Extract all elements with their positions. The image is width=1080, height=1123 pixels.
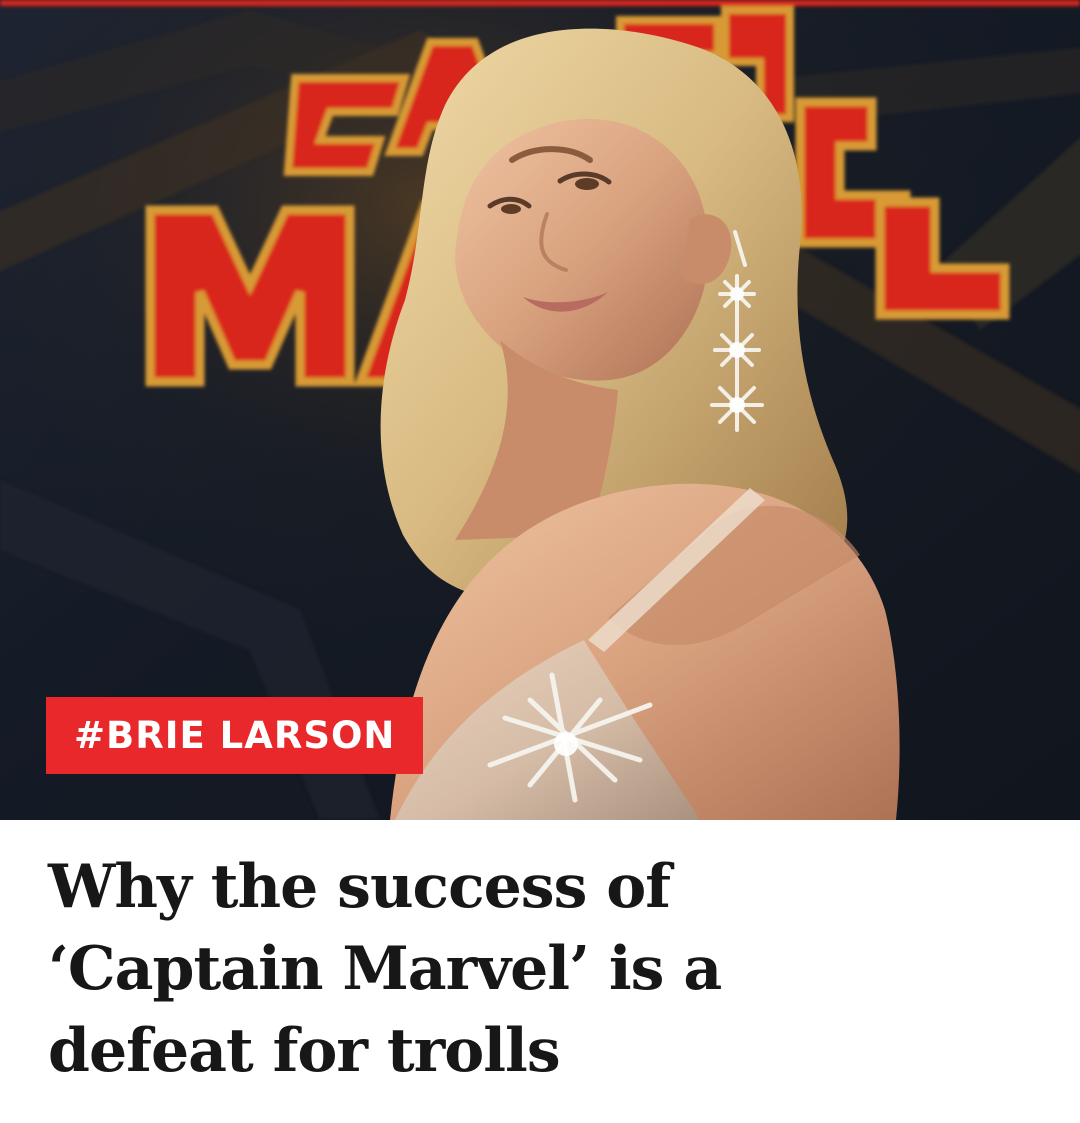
headline-line-1: Why the success of: [48, 852, 671, 922]
headline-line-2: ‘Captain Marvel’ is a: [48, 934, 722, 1004]
topic-tag[interactable]: #BRIE LARSON: [46, 697, 424, 774]
article-card[interactable]: #BRIE LARSON Why the success of ‘Captain…: [0, 0, 1080, 1123]
headline-line-3: defeat for trolls: [48, 1016, 561, 1086]
article-headline[interactable]: Why the success of ‘Captain Marvel’ is a…: [48, 846, 1038, 1092]
